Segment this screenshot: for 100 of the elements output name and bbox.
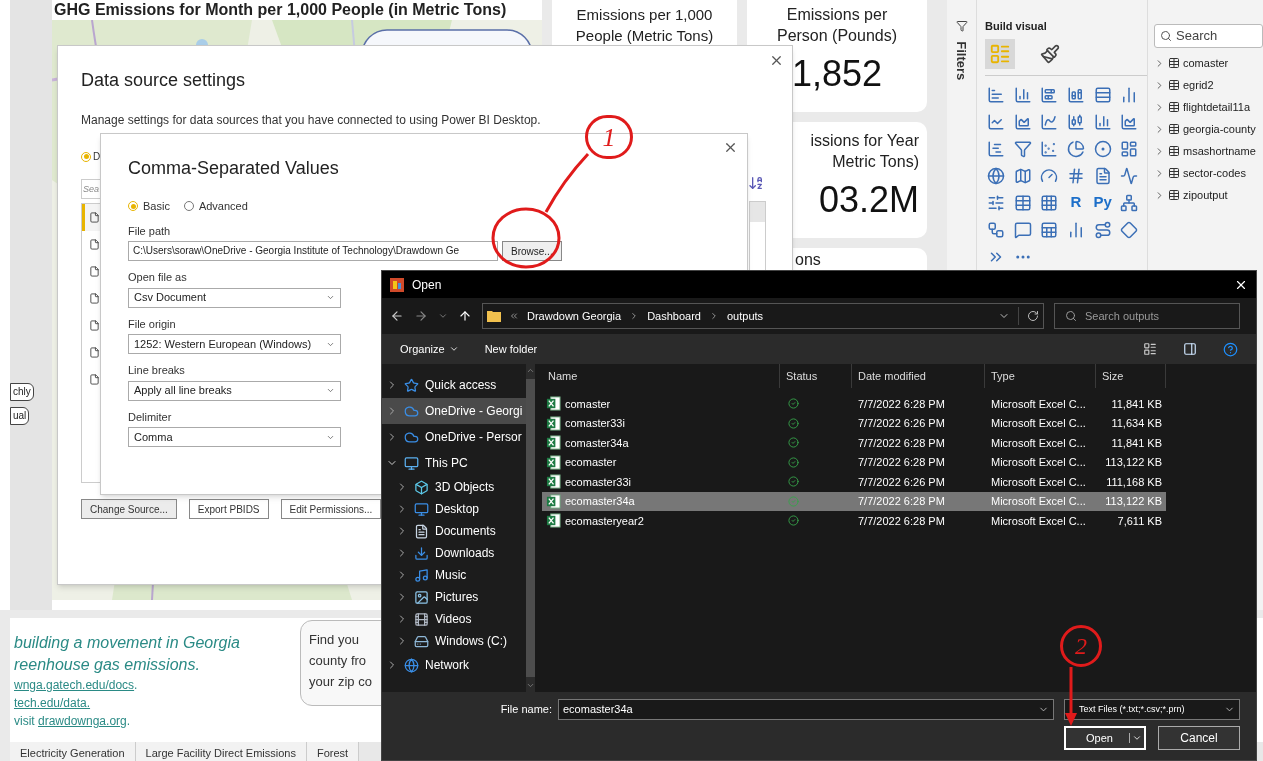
- breadcrumb-item[interactable]: Dashboard: [647, 307, 701, 325]
- file-row[interactable]: ecomaster34a 7/7/2022 6:28 PM Microsoft Excel C... 113,122 KB: [542, 491, 1166, 511]
- browse-button[interactable]: Browse...: [502, 241, 562, 261]
- route-icon[interactable]: [1093, 220, 1112, 239]
- column-header[interactable]: Status: [780, 364, 852, 388]
- bar-chart-icon[interactable]: [987, 85, 1005, 104]
- column-header[interactable]: Type: [985, 364, 1096, 388]
- stacked-column-chart-icon[interactable]: [1067, 85, 1085, 104]
- waterfall-chart-icon[interactable]: [987, 139, 1005, 158]
- open-button[interactable]: Open: [1064, 726, 1146, 750]
- nav-item[interactable]: This PC: [382, 450, 527, 476]
- filters-pane-label[interactable]: Filters: [951, 41, 972, 81]
- file-row[interactable]: comaster33i 7/7/2022 6:26 PM Microsoft Excel C... 11,634 KB: [542, 413, 1166, 433]
- dialog-button[interactable]: Export PBIDS: [188, 499, 269, 519]
- gauge-icon[interactable]: [1040, 166, 1059, 185]
- nav-item[interactable]: Music: [382, 564, 527, 586]
- stacked-bar-chart-icon[interactable]: [1040, 85, 1059, 104]
- decomposition-tree-icon[interactable]: [1120, 193, 1139, 212]
- page-tab[interactable]: Electricity Generation: [10, 742, 136, 761]
- dialog-button[interactable]: Change Source...: [81, 499, 177, 519]
- field-table-item[interactable]: msashortname: [1154, 140, 1263, 162]
- kpi-icon[interactable]: [1120, 166, 1139, 185]
- rows-icon[interactable]: [1093, 85, 1112, 104]
- file-row[interactable]: ecomaster 7/7/2022 6:28 PM Microsoft Excel C... 113,122 KB: [542, 452, 1166, 472]
- dialog-button[interactable]: Edit Permissions...: [280, 499, 382, 519]
- dropdown[interactable]: Csv Document: [128, 287, 341, 308]
- breadcrumb-item[interactable]: Drawdown Georgia: [527, 307, 622, 325]
- pie-chart-icon[interactable]: [1067, 139, 1085, 158]
- table-icon[interactable]: [1013, 193, 1032, 212]
- matrix-icon[interactable]: [1040, 193, 1059, 212]
- toolbar-button[interactable]: Organize: [400, 340, 459, 358]
- column-header[interactable]: Name: [542, 364, 780, 388]
- file-path-field[interactable]: C:\Users\soraw\OneDrive - Georgia Institute of Technology\Drawdown Ge: [128, 241, 498, 261]
- preview-pane-icon[interactable]: [1183, 342, 1197, 356]
- search-field[interactable]: Search: [1154, 24, 1263, 48]
- search-field[interactable]: Search outputs: [1054, 303, 1240, 329]
- globe-icon[interactable]: [987, 166, 1005, 185]
- filter-pill[interactable]: ual: [10, 407, 30, 425]
- field-table-item[interactable]: egrid2: [1154, 74, 1263, 96]
- cancel-button[interactable]: Cancel: [1158, 726, 1240, 750]
- nav-item[interactable]: Documents: [382, 520, 527, 542]
- scatter-chart-icon[interactable]: [1040, 139, 1059, 158]
- field-table-item[interactable]: zipoutput: [1154, 184, 1263, 206]
- nav-item[interactable]: Quick access: [382, 372, 527, 398]
- file-row[interactable]: ecomasteryear2 7/7/2022 6:28 PM Microsoft Excel C... 7,611 KB: [542, 511, 1166, 531]
- nav-item[interactable]: OneDrive - Georgi: [382, 398, 527, 424]
- text-card-icon[interactable]: [1093, 166, 1112, 185]
- field-table-item[interactable]: comaster: [1154, 52, 1263, 74]
- page-tab[interactable]: Large Facility Direct Emissions: [135, 742, 307, 761]
- column-chart-icon[interactable]: [1093, 112, 1112, 131]
- line-chart-icon[interactable]: [987, 112, 1005, 131]
- file-name-field[interactable]: ecomaster34a: [558, 699, 1054, 720]
- back-icon[interactable]: [390, 309, 404, 323]
- file-row[interactable]: comaster 7/7/2022 6:28 PM Microsoft Excel C... 11,841 KB: [542, 394, 1166, 414]
- scroll-up-icon[interactable]: [526, 366, 536, 375]
- filter-icon[interactable]: [955, 20, 968, 32]
- slicer-icon[interactable]: [987, 193, 1005, 212]
- page-tab[interactable]: Forest: [306, 742, 360, 761]
- filter-pill[interactable]: chly: [10, 383, 34, 401]
- toolbar-button[interactable]: New folder: [484, 340, 538, 358]
- nav-item[interactable]: 3D Objects: [382, 476, 527, 498]
- speech-bubble-icon[interactable]: [1013, 220, 1032, 239]
- dropdown[interactable]: 1252: Western European (Windows): [128, 334, 341, 354]
- area-chart-icon[interactable]: [1120, 112, 1139, 131]
- file-row[interactable]: ecomaster33i 7/7/2022 6:26 PM Microsoft Excel C... 111,168 KB: [542, 472, 1166, 492]
- dropdown[interactable]: Comma: [128, 427, 341, 447]
- nav-item[interactable]: Downloads: [382, 542, 527, 564]
- forward-icon[interactable]: [414, 309, 428, 323]
- area-chart-icon[interactable]: [1013, 112, 1032, 131]
- column-header[interactable]: Date modified: [852, 364, 985, 388]
- help-icon[interactable]: [1223, 341, 1238, 357]
- breadcrumb-item[interactable]: outputs: [727, 307, 764, 325]
- map-icon[interactable]: [1013, 166, 1032, 185]
- file-type-dropdown[interactable]: Text Files (*.txt;*.csv;*.prn): [1064, 699, 1240, 720]
- column-header[interactable]: Size: [1096, 364, 1166, 388]
- column-chart-icon[interactable]: [1013, 85, 1032, 104]
- view-options-icon[interactable]: [1143, 342, 1157, 356]
- docs-link[interactable]: tech.edu/data.: [14, 696, 91, 710]
- visual-type-button[interactable]: R: [1065, 191, 1087, 214]
- report-icon[interactable]: [1067, 220, 1085, 239]
- nav-item[interactable]: Pictures: [382, 586, 527, 608]
- hierarchy-icon[interactable]: [987, 220, 1005, 239]
- scroll-down-icon[interactable]: [526, 681, 536, 690]
- website-link[interactable]: drawdownga.org: [38, 714, 127, 728]
- diamond-icon[interactable]: [1120, 220, 1139, 239]
- nav-item[interactable]: OneDrive - Persor: [382, 424, 527, 450]
- card-icon[interactable]: [1067, 166, 1085, 185]
- field-table-item[interactable]: georgia-county: [1154, 118, 1263, 140]
- refresh-icon[interactable]: [1027, 310, 1039, 322]
- visual-type-button[interactable]: Py: [1091, 191, 1114, 214]
- address-bar[interactable]: Drawdown Georgia Dashboard outputs: [482, 303, 1044, 329]
- sort-icon[interactable]: [748, 175, 764, 191]
- field-table-item[interactable]: flightdetail11a: [1154, 96, 1263, 118]
- close-icon[interactable]: [769, 53, 784, 68]
- donut-chart-icon[interactable]: [1093, 139, 1112, 158]
- dropdown[interactable]: Apply all line breaks: [128, 380, 341, 401]
- candlestick-chart-icon[interactable]: [1067, 112, 1085, 131]
- recent-locations-icon[interactable]: [438, 311, 448, 321]
- up-icon[interactable]: [458, 309, 472, 323]
- field-table-item[interactable]: sector-codes: [1154, 162, 1263, 184]
